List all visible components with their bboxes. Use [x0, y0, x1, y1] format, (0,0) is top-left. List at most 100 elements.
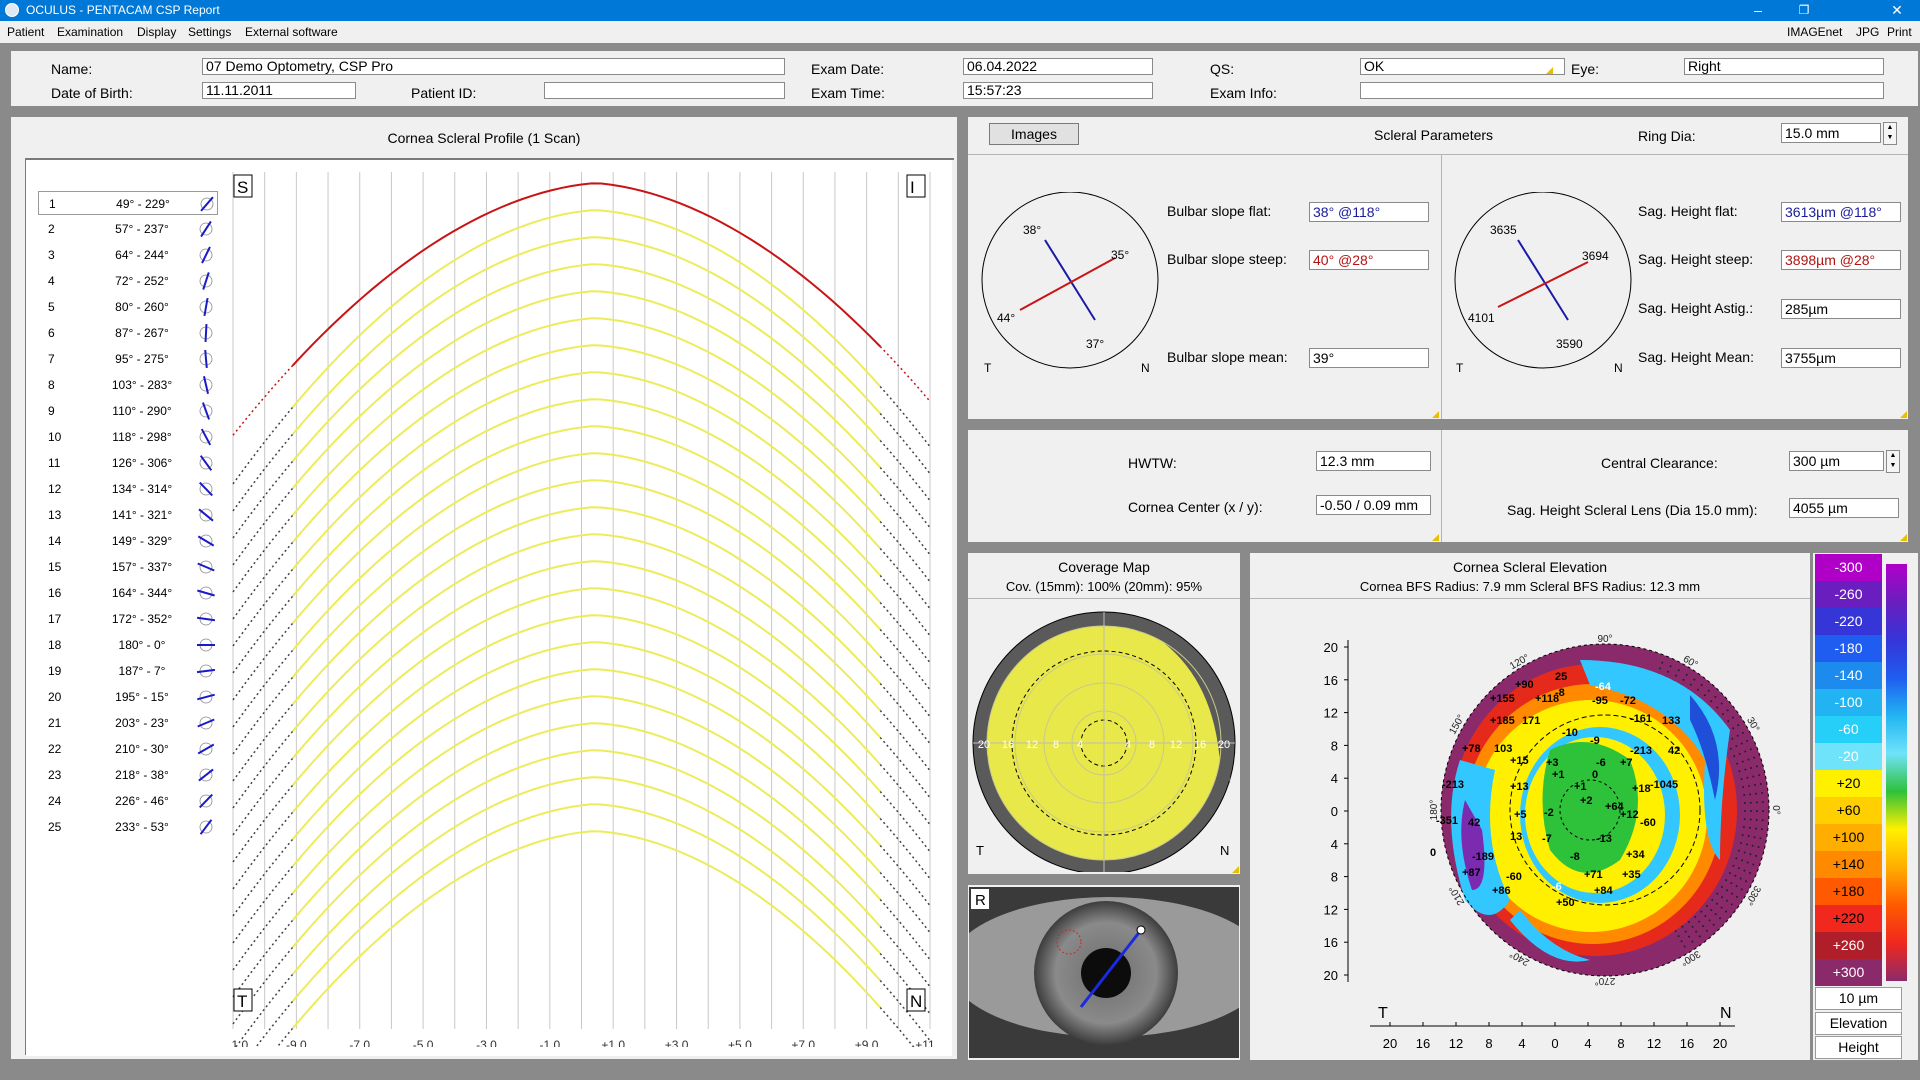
profile-x-tick: +3.0 [665, 1038, 689, 1047]
legend-type[interactable]: Elevation [1815, 1012, 1902, 1035]
profile-x-tick: +5.0 [728, 1038, 752, 1047]
scan-row[interactable]: 22 210° - 30° [38, 737, 218, 761]
scan-row[interactable]: 10 118° - 298° [38, 425, 218, 449]
elev-dot [1725, 910, 1728, 913]
scan-row[interactable]: 11 126° - 306° [38, 451, 218, 475]
sag-mean-field[interactable]: 3755µm [1781, 348, 1901, 368]
scan-row[interactable]: 12 134° - 314° [38, 477, 218, 501]
scan-row[interactable]: 25 233° - 53° [38, 815, 218, 839]
menu-patient[interactable]: Patient [7, 25, 44, 39]
exam-date-field[interactable]: 06.04.2022 [963, 58, 1153, 75]
menu-external-software[interactable]: External software [245, 25, 338, 39]
title-app: OCULUS [26, 3, 77, 17]
scan-row[interactable]: 2 57° - 237° [38, 217, 218, 241]
scan-row[interactable]: 17 172° - 352° [38, 607, 218, 631]
legend-step[interactable]: 10 µm [1815, 987, 1902, 1010]
name-field[interactable]: 07 Demo Optometry, CSP Pro [202, 58, 785, 75]
menu-imagenet[interactable]: IMAGEnet [1787, 25, 1842, 39]
sag-flat-field[interactable]: 3613µm @118° [1781, 202, 1901, 222]
profile-curve [291, 317, 881, 516]
elev-dot [1710, 700, 1713, 703]
menu-jpg[interactable]: JPG [1856, 25, 1879, 39]
scan-angles: 141° - 321° [111, 508, 173, 522]
ring-dia-spinner[interactable]: ▲ ▼ [1883, 122, 1897, 145]
elev-dot [1744, 768, 1747, 771]
scan-orientation-icon [200, 196, 214, 212]
central-clearance-spinner[interactable]: ▲ ▼ [1886, 450, 1900, 473]
elev-value: -13 [1596, 833, 1612, 845]
elev-dot [1698, 920, 1701, 923]
scan-row[interactable]: 18 180° - 0° [38, 633, 218, 657]
scan-row[interactable]: 5 80° - 260° [38, 295, 218, 319]
elev-value: +64 [1605, 801, 1625, 813]
profile-curve-ext [879, 628, 931, 691]
elev-angle-label: 90° [1597, 634, 1612, 645]
scan-row[interactable]: 24 226° - 46° [38, 789, 218, 813]
scan-number: 19 [48, 664, 62, 678]
sag-lens-field[interactable]: 4055 µm [1789, 498, 1899, 518]
scan-row[interactable]: 3 64° - 244° [38, 243, 218, 267]
central-clearance-label: Central Clearance: [1601, 455, 1718, 471]
elev-dot [1761, 819, 1764, 822]
central-clearance-field[interactable]: 300 µm [1789, 451, 1884, 471]
profile-corner-i: I [910, 178, 915, 197]
bulbar-steep-field[interactable]: 40° @28° [1309, 250, 1429, 270]
elev-dot [1741, 760, 1744, 763]
scan-row[interactable]: 21 203° - 23° [38, 711, 218, 735]
profile-curve-ext [232, 730, 294, 809]
scan-row[interactable]: 16 164° - 344° [38, 581, 218, 605]
bulbar-flat-field[interactable]: 38° @118° [1309, 202, 1429, 222]
restore-icon[interactable]: ❐ [1781, 0, 1827, 21]
exam-time-field[interactable]: 15:57:23 [963, 82, 1153, 99]
app-icon [5, 3, 19, 17]
bulbar-label-top-left: 38° [1023, 223, 1041, 237]
qs-field[interactable]: OK [1360, 58, 1565, 75]
minimize-icon[interactable]: – [1735, 0, 1781, 21]
scan-row[interactable]: 9 110° - 290° [38, 399, 218, 423]
hwtw-field[interactable]: 12.3 mm [1316, 451, 1431, 471]
legend-kind[interactable]: Height [1815, 1036, 1902, 1059]
elev-dot [1749, 748, 1752, 751]
scan-row[interactable]: 20 195° - 15° [38, 685, 218, 709]
menu-display[interactable]: Display [137, 25, 176, 39]
scleral-divider [968, 154, 1908, 155]
sag-astig-field[interactable]: 285µm [1781, 299, 1901, 319]
menu-settings[interactable]: Settings [188, 25, 231, 39]
scan-angles: 134° - 314° [111, 482, 173, 496]
ring-dia-field[interactable]: 15.0 mm [1781, 123, 1881, 143]
patient-id-field[interactable] [544, 82, 785, 99]
profile-x-tick: -5.0 [413, 1038, 434, 1047]
profile-x-tick: +9.0 [855, 1038, 879, 1047]
elev-dot [1725, 879, 1728, 882]
sag-steep-field[interactable]: 3898µm @28° [1781, 250, 1901, 270]
dob-field[interactable]: 11.11.2011 [202, 82, 356, 99]
elev-value: +3 [1546, 757, 1559, 769]
profile-curve-ext [879, 790, 931, 853]
close-icon[interactable]: ✕ [1874, 0, 1920, 21]
elev-dot [1733, 755, 1736, 758]
scan-row[interactable]: 1 49° - 229° [38, 191, 218, 215]
menu-print[interactable]: Print [1887, 25, 1912, 39]
images-button[interactable]: Images [989, 123, 1079, 145]
scan-row[interactable]: 6 87° - 267° [38, 321, 218, 345]
elev-dot [1755, 854, 1758, 857]
profile-curve-ext [879, 493, 931, 556]
scan-row[interactable]: 13 141° - 321° [38, 503, 218, 527]
scan-row[interactable]: 8 103° - 283° [38, 373, 218, 397]
elev-dot [1735, 895, 1738, 898]
elev-dot [1759, 783, 1762, 786]
exam-info-field[interactable] [1360, 82, 1884, 99]
scan-row[interactable]: 15 157° - 337° [38, 555, 218, 579]
bulbar-mean-field[interactable]: 39° [1309, 348, 1429, 368]
menu-examination[interactable]: Examination [57, 25, 123, 39]
scan-orientation-icon [199, 793, 213, 809]
elev-dot [1738, 770, 1741, 773]
scan-row[interactable]: 23 218° - 38° [38, 763, 218, 787]
cornea-center-field[interactable]: -0.50 / 0.09 mm [1316, 495, 1431, 515]
scan-row[interactable]: 7 95° - 275° [38, 347, 218, 371]
eye-field[interactable]: Right [1684, 58, 1884, 75]
scan-row[interactable]: 19 187° - 7° [38, 659, 218, 683]
scan-row[interactable]: 14 149° - 329° [38, 529, 218, 553]
scan-row[interactable]: 4 72° - 252° [38, 269, 218, 293]
scan-angles: 218° - 38° [115, 768, 169, 782]
